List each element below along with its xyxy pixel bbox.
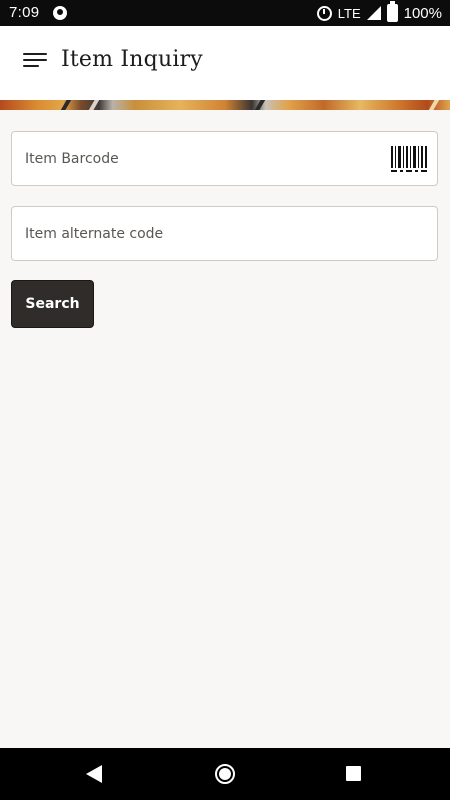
item-alternate-code-input[interactable] (25, 207, 395, 260)
banner-decoration (253, 100, 267, 110)
signal-icon (366, 6, 381, 20)
banner-decoration (59, 100, 73, 110)
header-banner (0, 100, 450, 110)
status-time: 7:09 (9, 4, 40, 21)
search-button[interactable]: Search (11, 280, 94, 328)
back-icon[interactable] (86, 765, 102, 783)
hamburger-menu-icon[interactable] (23, 51, 49, 73)
status-bar: 7:09 LTE 100% (0, 0, 450, 26)
status-indicators: LTE 100% (316, 1, 442, 22)
battery-level: 100% (403, 4, 442, 22)
item-barcode-input[interactable] (25, 132, 395, 185)
app-header: Item Inquiry (0, 26, 450, 100)
home-icon[interactable] (215, 764, 235, 784)
alarm-icon (316, 5, 332, 21)
barcode-icon[interactable] (391, 146, 427, 172)
item-barcode-field (11, 131, 438, 186)
barcode-graphic (391, 146, 427, 172)
page-title: Item Inquiry (61, 47, 203, 72)
navigation-bar (0, 748, 450, 800)
banner-decoration (427, 100, 441, 110)
recents-icon[interactable] (346, 766, 361, 781)
app-notification-icon (53, 6, 67, 20)
banner-decoration (87, 100, 101, 110)
network-type: LTE (337, 5, 361, 21)
battery-icon (386, 1, 398, 22)
menu-line (23, 59, 47, 61)
item-alternate-code-field (11, 206, 438, 261)
menu-line (23, 53, 47, 55)
menu-line (23, 65, 39, 67)
